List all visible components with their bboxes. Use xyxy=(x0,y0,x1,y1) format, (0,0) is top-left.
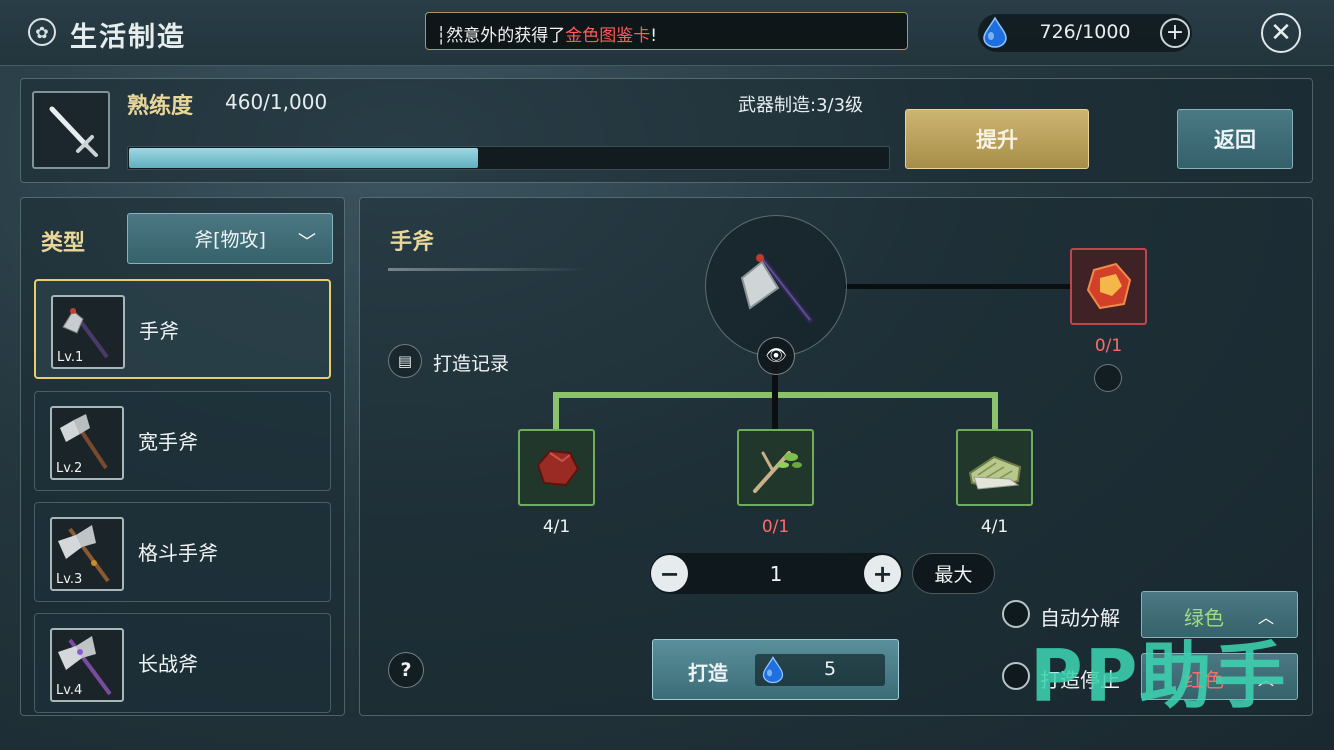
craft-label: 打造 xyxy=(688,661,728,685)
craft-record-link[interactable]: 打造记录 xyxy=(433,349,509,376)
notice-suffix: ! xyxy=(650,26,658,46)
extra-material-slot[interactable] xyxy=(1070,248,1147,325)
quantity-value: 1 xyxy=(769,562,783,586)
item-name: 手斧 xyxy=(139,319,179,343)
hand-axe-icon xyxy=(740,253,813,323)
increase-button[interactable]: + xyxy=(864,555,901,592)
notice-banner: ┆然意外的获得了金色图鉴卡! xyxy=(425,12,908,50)
max-button[interactable]: 最大 xyxy=(912,553,995,594)
material-slot-cloth[interactable] xyxy=(956,429,1033,506)
material-qty: 0/1 xyxy=(761,517,790,537)
cloth-icon xyxy=(968,455,1022,490)
auto-dismantle-radio[interactable] xyxy=(1002,600,1030,628)
weapon-category-slot xyxy=(32,91,110,169)
material-slot-branch[interactable] xyxy=(737,429,814,506)
grade-value: 绿色 xyxy=(1184,606,1224,630)
red-gem-icon xyxy=(1086,262,1132,310)
eye-icon: 👁 xyxy=(765,346,787,366)
recipe-title: 手斧 xyxy=(390,230,435,255)
close-button[interactable]: ✕ xyxy=(1261,13,1301,53)
material-slot-ore[interactable] xyxy=(518,429,595,506)
item-level: Lv.4 xyxy=(56,683,83,698)
water-drop-icon xyxy=(762,656,784,684)
list-item-fighting-hand-axe[interactable]: Lv.3 格斗手斧 xyxy=(34,502,331,602)
auto-dismantle-label: 自动分解 xyxy=(1040,606,1120,630)
material-qty: 4/1 xyxy=(542,517,571,537)
connector-line xyxy=(553,392,559,430)
crafting-wheel-icon: ✿ xyxy=(28,18,56,46)
item-level: Lv.2 xyxy=(56,461,83,476)
add-energy-button[interactable]: + xyxy=(1160,18,1190,48)
help-button[interactable]: ? xyxy=(388,652,424,688)
chevron-up-icon: ︿ xyxy=(1258,608,1275,627)
proficiency-label: 熟练度 xyxy=(127,94,194,119)
title-divider xyxy=(388,268,588,271)
war-axe-icon: Lv.4 xyxy=(50,628,124,702)
branch-icon xyxy=(753,451,802,493)
list-item-wide-hand-axe[interactable]: Lv.2 宽手斧 xyxy=(34,391,331,491)
item-name: 宽手斧 xyxy=(138,430,198,454)
notice-prefix: ┆然意外的获得了 xyxy=(436,26,566,46)
extra-material-qty: 0/1 xyxy=(1094,336,1123,356)
item-level: Lv.1 xyxy=(57,350,84,365)
material-qty: 4/1 xyxy=(980,517,1009,537)
axe-icon: Lv.1 xyxy=(51,295,125,369)
notice-highlight: 金色图鉴卡 xyxy=(565,26,651,46)
energy-value: 726/1000 xyxy=(1039,21,1131,43)
battle-axe-icon: Lv.3 xyxy=(50,517,124,591)
result-item-slot[interactable] xyxy=(705,215,847,357)
decrease-button[interactable]: − xyxy=(651,555,688,592)
ore-icon xyxy=(536,449,580,487)
extra-material-toggle[interactable] xyxy=(1094,364,1122,392)
back-button[interactable]: 返回 xyxy=(1177,109,1293,169)
close-icon: ✕ xyxy=(1270,18,1292,48)
connector-line xyxy=(845,284,1070,289)
chevron-down-icon: ﹀ xyxy=(298,232,316,253)
stop-craft-radio[interactable] xyxy=(1002,662,1030,690)
upgrade-button[interactable]: 提升 xyxy=(905,109,1089,169)
type-label: 类型 xyxy=(41,231,86,256)
sword-icon xyxy=(49,106,98,157)
proficiency-value: 460/1,000 xyxy=(225,90,328,114)
weapon-craft-level: 武器制造:3/3级 xyxy=(738,95,864,116)
water-drop-icon xyxy=(983,16,1007,48)
page-title: 生活制造 xyxy=(70,22,186,53)
list-item-long-war-axe[interactable]: Lv.4 长战斧 xyxy=(34,613,331,713)
item-name: 格斗手斧 xyxy=(138,541,218,565)
list-item-hand-axe[interactable]: Lv.1 手斧 xyxy=(34,279,331,379)
item-name: 长战斧 xyxy=(138,652,198,676)
double-axe-icon: Lv.2 xyxy=(50,406,124,480)
item-level: Lv.3 xyxy=(56,572,83,587)
preview-button[interactable]: 👁 xyxy=(757,337,795,375)
connector-line xyxy=(992,392,998,430)
watermark: PP助手 xyxy=(1030,634,1288,718)
craft-cost: 5 xyxy=(823,658,837,680)
connector-line xyxy=(772,392,778,430)
proficiency-progress-fill xyxy=(129,148,478,168)
record-icon[interactable]: ▤ xyxy=(388,344,422,378)
